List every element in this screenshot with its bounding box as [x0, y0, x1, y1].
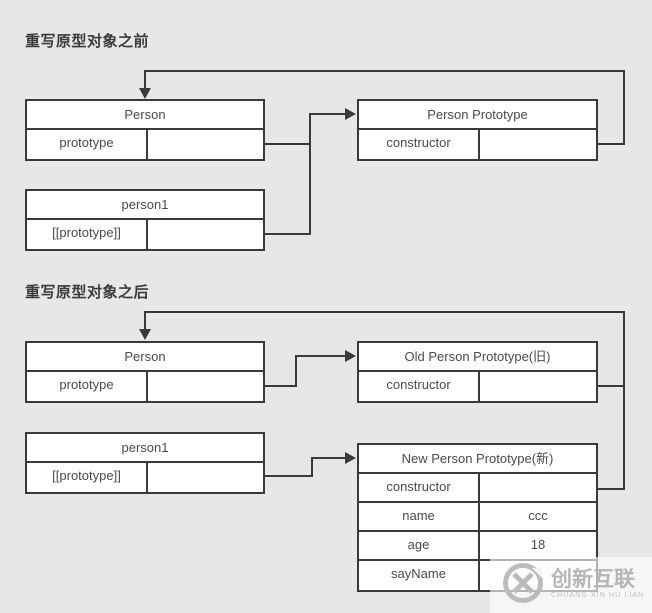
table-row: constructor — [359, 130, 596, 159]
connector-before-merge-vertical — [309, 113, 311, 235]
arrow-down-icon-after-person — [139, 329, 151, 340]
row-key-constructor: constructor — [359, 474, 480, 501]
row-key-prototype: prototype — [27, 130, 148, 159]
row-key-constructor: constructor — [359, 372, 480, 401]
table-row: [[prototype]] — [27, 463, 263, 492]
box-old-person-prototype: Old Person Prototype(旧) constructor — [357, 341, 598, 403]
table-row: name ccc — [359, 503, 596, 532]
row-key-sayname: sayName — [359, 561, 480, 590]
box-header-person1-after: person1 — [27, 434, 263, 463]
table-row: prototype — [27, 130, 263, 159]
row-value-internal-prototype — [148, 463, 263, 492]
diagram-canvas: 重写原型对象之前 Person prototype person1 [[prot… — [0, 0, 652, 613]
connector-before-constructor-exit — [598, 143, 625, 145]
row-key-internal-prototype: [[prototype]] — [27, 463, 148, 492]
box-header-person-after: Person — [27, 343, 263, 372]
connector-before-merge-to-prototype — [309, 113, 347, 115]
row-value-constructor — [480, 372, 596, 401]
watermark-text-group: 创新互联 CHUANG XIN HU LIAN — [551, 569, 644, 601]
box-person-after: Person prototype — [25, 341, 265, 403]
arrow-right-icon-new-prototype — [345, 452, 356, 464]
box-header-person-prototype-before: Person Prototype — [359, 101, 596, 130]
row-value-internal-prototype — [148, 220, 263, 249]
section-title-after: 重写原型对象之后 — [25, 284, 150, 301]
row-key-name: name — [359, 503, 480, 530]
connector-after-person-prototype — [265, 385, 297, 387]
box-header-person-before: Person — [27, 101, 263, 130]
row-value-constructor — [480, 130, 596, 159]
box-person-prototype-before: Person Prototype constructor — [357, 99, 598, 161]
row-value-prototype — [148, 130, 263, 159]
connector-after-person-to-old — [295, 355, 347, 357]
row-value-constructor — [480, 474, 596, 501]
connector-before-person-prototype — [265, 143, 311, 145]
box-person1-after: person1 [[prototype]] — [25, 432, 265, 494]
connector-before-constructor-up — [623, 70, 625, 145]
connector-after-new-constructor-exit — [598, 488, 625, 490]
table-row: [[prototype]] — [27, 220, 263, 249]
connector-before-constructor-down — [144, 70, 146, 90]
connector-after-constructor-top — [144, 311, 625, 313]
arrow-right-icon-before-prototype — [345, 108, 356, 120]
watermark-en-text: CHUANG XIN HU LIAN — [551, 592, 645, 599]
box-header-new-person-prototype: New Person Prototype(新) — [359, 445, 596, 474]
circled-x-logo-icon — [502, 562, 544, 609]
box-header-old-person-prototype: Old Person Prototype(旧) — [359, 343, 596, 372]
connector-after-person1-prototype-up — [311, 457, 313, 477]
connector-before-constructor-top — [144, 70, 625, 72]
box-person1-before: person1 [[prototype]] — [25, 189, 265, 251]
arrow-down-icon-before-person — [139, 88, 151, 99]
arrow-right-icon-old-prototype — [345, 350, 356, 362]
section-title-before: 重写原型对象之前 — [25, 33, 150, 50]
row-key-age: age — [359, 532, 480, 559]
table-row: constructor — [359, 474, 596, 503]
watermark-cn-text: 创新互联 — [551, 568, 635, 591]
connector-after-person-prototype-up — [295, 355, 297, 387]
row-key-prototype: prototype — [27, 372, 148, 401]
connector-after-constructor-rail — [623, 311, 625, 490]
connector-before-person1-prototype — [265, 233, 311, 235]
connector-after-person1-to-new — [311, 457, 347, 459]
table-row: constructor — [359, 372, 596, 401]
row-key-constructor: constructor — [359, 130, 480, 159]
watermark: 创新互联 CHUANG XIN HU LIAN — [490, 557, 652, 613]
box-header-person1-before: person1 — [27, 191, 263, 220]
row-value-age: 18 — [530, 537, 546, 552]
row-key-internal-prototype: [[prototype]] — [27, 220, 148, 249]
connector-after-old-constructor-exit — [598, 385, 625, 387]
connector-after-person1-prototype — [265, 475, 313, 477]
row-value-prototype — [148, 372, 263, 401]
row-value-name: ccc — [528, 508, 548, 523]
box-person-before: Person prototype — [25, 99, 265, 161]
table-row: prototype — [27, 372, 263, 401]
connector-after-constructor-down — [144, 311, 146, 331]
